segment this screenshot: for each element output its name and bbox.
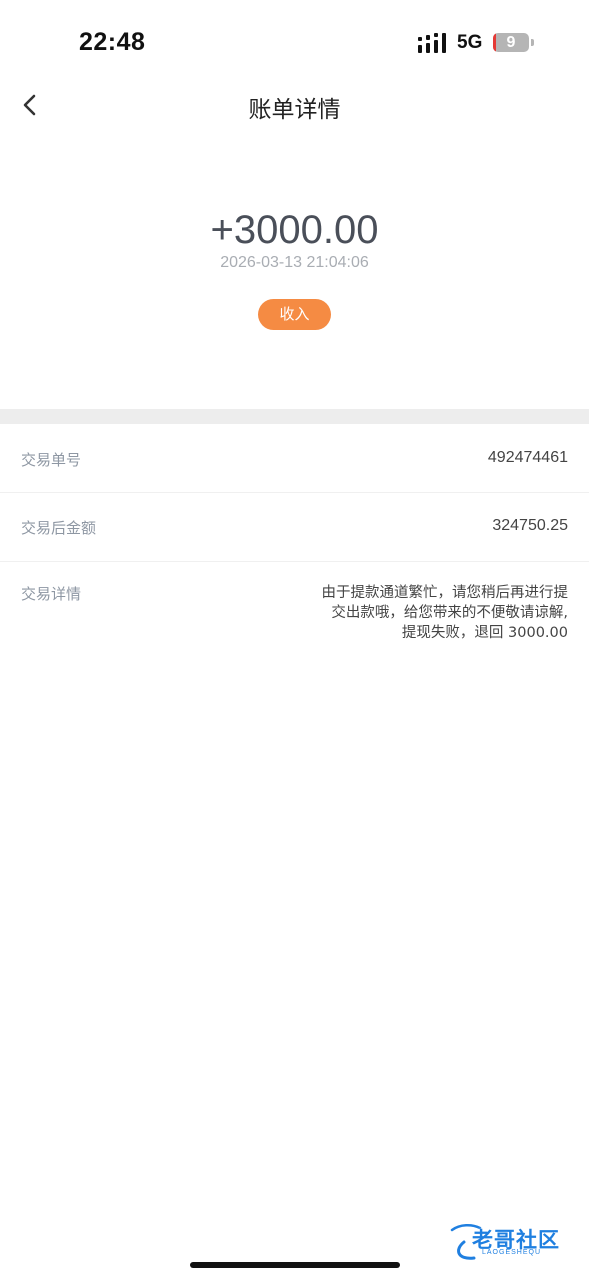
order-number-value: 492474461 [487, 449, 568, 466]
watermark-logo: 老哥社区 LAOGESHEQU [450, 1220, 578, 1262]
detail-text: 由于提款通道繁忙，请您稍后再进行提 交出款哦，给您带来的不便敬请谅解, 提现失败… [278, 583, 569, 643]
transaction-type-badge: 收入 [258, 299, 331, 330]
watermark-subtext: LAOGESHEQU [482, 1249, 542, 1256]
home-indicator[interactable] [190, 1262, 400, 1268]
network-type: 5G [457, 32, 483, 53]
status-bar: 22:48 5G 9 [0, 0, 589, 88]
detail-line: 由于提款通道繁忙，请您稍后再进行提 [321, 585, 569, 601]
transaction-amount: +3000.00 [210, 208, 379, 252]
balance-row: 交易后金额 324750.25 [0, 493, 589, 562]
battery-level: 9 [506, 34, 516, 51]
balance-value: 324750.25 [492, 517, 568, 534]
detail-line: 提现失败，退回 3000.00 [401, 625, 568, 641]
battery-nub [531, 39, 534, 46]
section-divider [0, 409, 589, 424]
nav-bar: 账单详情 [0, 80, 589, 132]
balance-label: 交易后金额 [21, 519, 97, 537]
detail-line: 交出款哦，给您带来的不便敬请谅解, [331, 605, 568, 621]
order-number-row: 交易单号 492474461 [0, 424, 589, 493]
signal-icon [418, 33, 446, 53]
status-time: 22:48 [79, 28, 146, 56]
detail-row: 交易详情 由于提款通道繁忙，请您稍后再进行提 交出款哦，给您带来的不便敬请谅解,… [0, 562, 589, 652]
transaction-datetime: 2026-03-13 21:04:06 [220, 254, 369, 271]
order-number-label: 交易单号 [21, 451, 82, 469]
detail-label: 交易详情 [21, 585, 82, 603]
battery-icon: 9 [493, 33, 529, 52]
page-title: 账单详情 [248, 97, 341, 123]
